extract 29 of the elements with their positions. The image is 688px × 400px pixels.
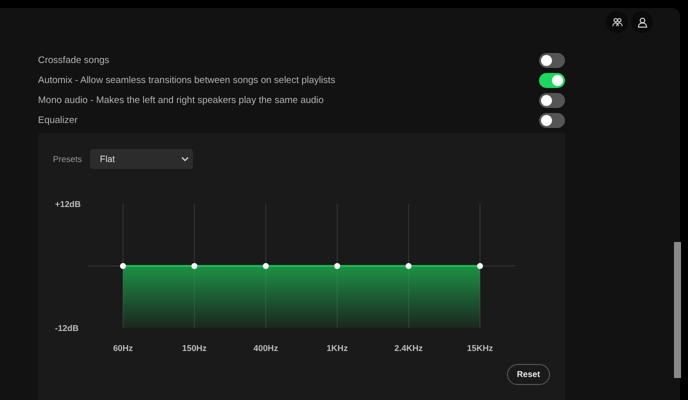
band-handle[interactable] [262, 262, 269, 269]
axis-label: +12dB [55, 198, 81, 209]
friends-icon[interactable] [606, 11, 628, 33]
frequency-label: 2.4KHz [394, 342, 423, 353]
frequency-label: 60Hz [113, 342, 133, 353]
band-handle[interactable] [334, 262, 340, 269]
setting-label: Equalizer [38, 115, 78, 126]
frequency-label: 400Hz [254, 342, 278, 353]
presets-label: Presets [53, 154, 82, 164]
toggle-switch[interactable] [539, 53, 565, 68]
band-handle[interactable] [120, 262, 126, 269]
preset-dropdown[interactable]: Flat [90, 148, 193, 169]
toggle-switch[interactable] [539, 113, 565, 128]
axis-label: -12dB [55, 322, 79, 333]
band-handle[interactable] [477, 262, 483, 269]
profile-icon[interactable] [631, 11, 653, 33]
frequency-label: 15KHz [467, 342, 493, 353]
toggle-switch[interactable] [539, 73, 565, 88]
chevron-icon [180, 156, 189, 162]
toggle-switch[interactable] [539, 93, 565, 108]
scrollbar[interactable] [674, 242, 681, 378]
setting-label: Crossfade songs [38, 55, 110, 66]
band-handle[interactable] [406, 262, 412, 269]
frequency-label: 150Hz [182, 342, 207, 353]
band-handle[interactable] [191, 262, 198, 269]
setting-label: Mono audio - Makes the left and right speakers play the same audio [38, 95, 324, 106]
setting-label: Automix - Allow seamless transitions between songs on select playlists [38, 75, 336, 86]
reset-button[interactable]: Reset [507, 364, 550, 385]
frequency-label: 1KHz [326, 342, 348, 353]
